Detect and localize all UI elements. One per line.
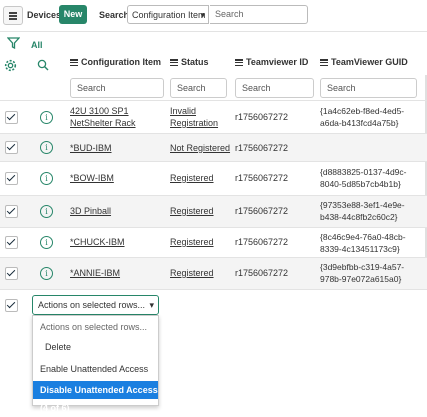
search-input[interactable]: Search — [210, 5, 308, 24]
menu-item-enable-unattended[interactable]: Enable Unattended Access (2 of 6) — [33, 360, 158, 392]
row-checkbox[interactable] — [5, 267, 18, 280]
actions-select[interactable]: Actions on selected rows... ▾ — [32, 295, 159, 315]
search-input-configuration-item[interactable]: Search — [70, 78, 164, 98]
column-menu-icon[interactable] — [320, 58, 328, 68]
info-icon[interactable]: i — [40, 172, 53, 185]
select-all-checkbox[interactable] — [5, 299, 18, 312]
table-row[interactable]: i *CHUCK-IBM Registered r1756067272 {8c4… — [0, 227, 427, 258]
list-header: Devices New Search Configuration Item ▾ … — [0, 0, 427, 32]
column-menu-icon[interactable] — [70, 58, 78, 68]
info-icon[interactable]: i — [40, 236, 53, 249]
actions-menu: Actions on selected rows... Delete Enabl… — [32, 315, 159, 413]
menu-item-disable-unattended[interactable]: Disable Unattended Access (4 of 6) — [33, 381, 158, 413]
new-button[interactable]: New — [59, 5, 87, 24]
row-checkbox[interactable] — [5, 205, 18, 218]
search-input-status[interactable]: Search — [170, 78, 227, 98]
row-checkbox[interactable] — [5, 141, 18, 154]
teamviewer-guid: {d8883825-0137-4d9c-8040-5d85b7cb4b1b} — [320, 167, 407, 189]
row-checkbox[interactable] — [5, 111, 18, 124]
teamviewer-id: r1756067272 — [235, 112, 289, 122]
search-input-teamviewer-id[interactable]: Search — [235, 78, 314, 98]
teamviewer-id: r1756067272 — [235, 268, 289, 278]
column-label: TeamViewer GUID — [331, 57, 408, 67]
column-label: Status — [181, 57, 209, 67]
status-link[interactable]: Registered — [170, 267, 214, 279]
info-icon[interactable]: i — [40, 267, 53, 280]
column-header-teamviewer-id[interactable]: Teamviewer ID — [235, 57, 308, 74]
search-input-teamviewer-guid[interactable]: Search — [320, 78, 417, 98]
actions-select-value: Actions on selected rows... — [38, 300, 146, 310]
info-icon[interactable]: i — [40, 111, 53, 124]
filter-icon[interactable] — [7, 37, 20, 49]
gear-icon[interactable] — [4, 59, 17, 72]
breadcrumb-all[interactable]: All — [31, 40, 43, 50]
status-link[interactable]: Registered — [170, 172, 214, 184]
info-icon[interactable]: i — [40, 205, 53, 218]
table-row[interactable]: i 3D Pinball Registered r1756067272 {973… — [0, 195, 427, 228]
column-header-configuration-item[interactable]: Configuration Item — [70, 57, 161, 74]
search-label: Search — [99, 10, 130, 20]
search-field-value: Configuration Item — [132, 10, 206, 20]
status-link[interactable]: Registered — [170, 205, 214, 217]
caret-down-icon: ▾ — [200, 10, 205, 20]
teamviewer-guid: {3d9ebfbb-c319-4a57-978b-97e072a615a0} — [320, 262, 405, 284]
status-link[interactable]: Not Registered — [170, 142, 230, 154]
row-checkbox[interactable] — [5, 172, 18, 185]
column-label: Teamviewer ID — [246, 57, 309, 67]
table-row[interactable]: i *BUD-IBM Not Registered r1756067272 — [0, 133, 427, 162]
table-row[interactable]: i *BOW-IBM Registered r1756067272 {d8883… — [0, 161, 427, 196]
status-link[interactable]: Invalid Registration — [170, 105, 230, 129]
ci-link[interactable]: *CHUCK-IBM — [70, 236, 125, 248]
ci-link[interactable]: 42U 3100 SP1 NetShelter Rack — [70, 105, 166, 129]
column-header-status[interactable]: Status — [170, 57, 209, 74]
page-title: Devices — [27, 10, 62, 20]
column-header-teamviewer-guid[interactable]: TeamViewer GUID — [320, 57, 408, 74]
row-checkbox[interactable] — [5, 236, 18, 249]
teamviewer-guid: {97353e88-3ef1-4e9e-b438-44c8fb2c60c2} — [320, 200, 405, 222]
caret-down-icon: ▾ — [149, 300, 154, 310]
ci-link[interactable]: 3D Pinball — [70, 205, 111, 217]
menu-icon[interactable] — [3, 6, 23, 25]
info-icon[interactable]: i — [40, 141, 53, 154]
column-menu-icon[interactable] — [235, 58, 243, 68]
table-row[interactable]: i 42U 3100 SP1 NetShelter Rack Invalid R… — [0, 100, 427, 134]
search-field-select[interactable]: Configuration Item ▾ — [127, 5, 209, 24]
ci-link[interactable]: *BUD-IBM — [70, 142, 112, 154]
ci-link[interactable]: *ANNIE-IBM — [70, 267, 120, 279]
column-label: Configuration Item — [81, 57, 161, 67]
table-row[interactable]: i *ANNIE-IBM Registered r1756067272 {3d9… — [0, 257, 427, 290]
teamviewer-id: r1756067272 — [235, 173, 289, 183]
menu-item-actions-header[interactable]: Actions on selected rows... — [33, 318, 158, 336]
teamviewer-id: r1756067272 — [235, 237, 289, 247]
status-link[interactable]: Registered — [170, 236, 214, 248]
ci-link[interactable]: *BOW-IBM — [70, 172, 114, 184]
teamviewer-id: r1756067272 — [235, 206, 289, 216]
teamviewer-guid: {1a4c62eb-f8ed-4ed5-a6da-b413fcd4a75b} — [320, 106, 405, 128]
teamviewer-guid: {8c46c9e4-76a0-48cb-8339-4c13451173c9} — [320, 232, 406, 254]
menu-item-delete[interactable]: Delete — [33, 338, 158, 356]
search-icon[interactable] — [37, 59, 49, 71]
column-menu-icon[interactable] — [170, 58, 178, 68]
teamviewer-id: r1756067272 — [235, 143, 289, 153]
